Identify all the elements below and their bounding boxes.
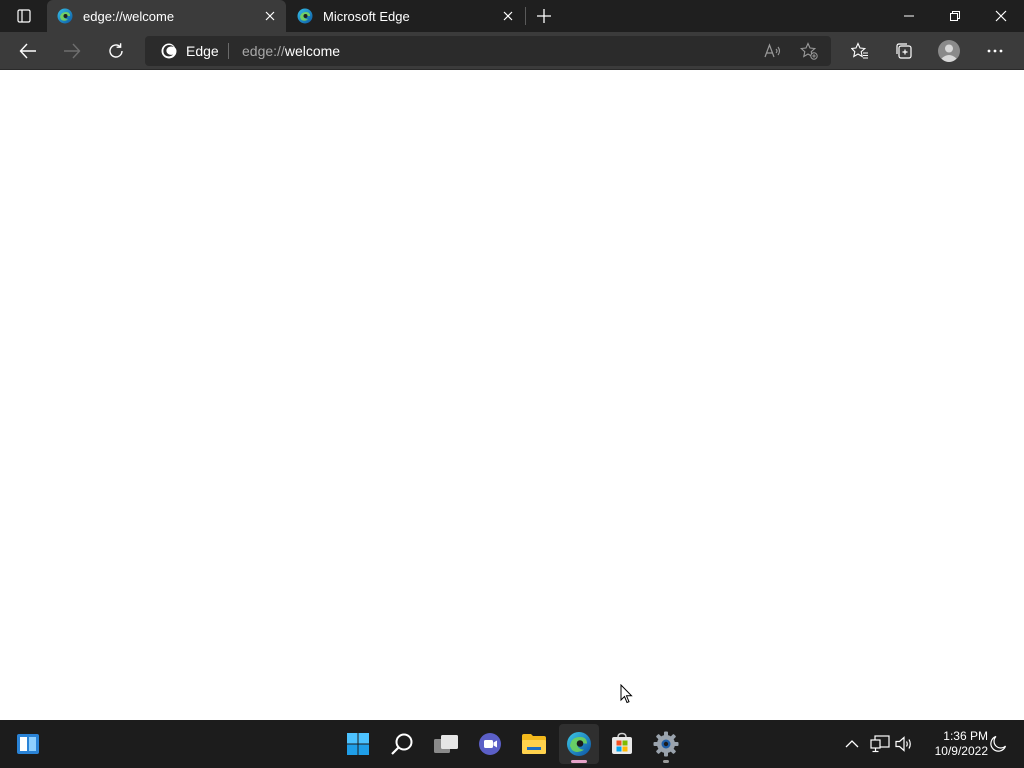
file-explorer-icon xyxy=(522,734,546,754)
store-button[interactable] xyxy=(602,724,642,764)
arrow-right-icon xyxy=(64,43,81,59)
profile-button[interactable] xyxy=(933,35,965,67)
focus-assist-button[interactable] xyxy=(986,732,1010,756)
widgets-button[interactable] xyxy=(8,724,48,764)
read-aloud-button[interactable] xyxy=(761,39,785,63)
file-explorer-button[interactable] xyxy=(514,724,554,764)
url-scheme: edge:// xyxy=(242,43,285,59)
settings-more-button[interactable] xyxy=(979,35,1011,67)
running-indicator xyxy=(663,760,669,763)
network-icon xyxy=(870,735,890,753)
search-button[interactable] xyxy=(382,724,422,764)
address-divider xyxy=(228,43,229,59)
start-button[interactable] xyxy=(338,724,378,764)
volume-icon xyxy=(895,736,911,752)
browser-toolbar: Edge edge://welcome xyxy=(0,32,1024,70)
system-clock[interactable]: 1:36 PM 10/9/2022 xyxy=(920,729,988,759)
chat-icon xyxy=(479,733,501,755)
settings-icon xyxy=(653,731,679,757)
task-view-icon xyxy=(434,735,458,753)
title-bar: edge://welcome Microsoft Edge xyxy=(0,0,1024,32)
refresh-icon xyxy=(109,43,123,58)
tab-title: Microsoft Edge xyxy=(323,8,410,24)
edge-logo-icon xyxy=(161,43,177,59)
favorites-button[interactable] xyxy=(844,35,876,67)
settings-taskbar-button[interactable] xyxy=(646,724,686,764)
network-button[interactable] xyxy=(868,732,892,756)
forward-button[interactable] xyxy=(56,35,88,67)
add-favorite-button[interactable] xyxy=(797,39,821,63)
read-aloud-icon xyxy=(764,43,781,58)
clock-date: 10/9/2022 xyxy=(934,744,988,758)
running-indicator xyxy=(571,760,587,763)
address-url[interactable]: edge://welcome xyxy=(242,43,340,59)
refresh-button[interactable] xyxy=(100,35,132,67)
tab-actions-icon[interactable] xyxy=(8,6,40,26)
show-hidden-icons-button[interactable] xyxy=(840,732,864,756)
mouse-cursor-icon xyxy=(620,684,634,704)
collections-icon xyxy=(896,43,912,59)
url-path: welcome xyxy=(284,43,341,59)
new-tab-button[interactable] xyxy=(532,4,556,28)
store-icon xyxy=(612,732,632,754)
close-icon xyxy=(995,10,1007,22)
more-dots-icon xyxy=(987,49,1003,53)
minimize-button[interactable] xyxy=(886,0,932,32)
edge-favicon-icon xyxy=(297,8,313,24)
collections-button[interactable] xyxy=(888,35,920,67)
minimize-icon xyxy=(904,15,914,17)
profile-avatar-icon xyxy=(938,40,960,62)
arrow-left-icon xyxy=(19,43,36,59)
tab-microsoft-edge[interactable]: Microsoft Edge xyxy=(287,0,524,32)
star-add-icon xyxy=(800,42,818,60)
restore-button[interactable] xyxy=(932,0,978,32)
search-icon xyxy=(391,733,413,755)
close-window-button[interactable] xyxy=(978,0,1024,32)
close-tab-icon[interactable] xyxy=(496,4,520,28)
favorites-icon xyxy=(851,42,868,59)
tab-edge-welcome[interactable]: edge://welcome xyxy=(47,0,286,32)
edge-icon xyxy=(567,732,591,756)
page-content xyxy=(0,71,1024,720)
address-brand-label: Edge xyxy=(186,43,219,59)
task-view-button[interactable] xyxy=(426,724,466,764)
restore-icon xyxy=(950,11,960,21)
tab-divider xyxy=(525,7,526,25)
address-bar[interactable]: Edge edge://welcome xyxy=(145,36,831,66)
close-tab-icon[interactable] xyxy=(258,4,282,28)
plus-icon xyxy=(537,9,551,23)
moon-icon xyxy=(990,735,1007,752)
edge-taskbar-button[interactable] xyxy=(559,724,599,764)
widgets-icon xyxy=(17,734,39,754)
taskbar: 1:36 PM 10/9/2022 xyxy=(0,720,1024,768)
chevron-up-icon xyxy=(845,740,859,748)
clock-time: 1:36 PM xyxy=(943,729,988,743)
volume-button[interactable] xyxy=(892,732,916,756)
back-button[interactable] xyxy=(12,35,44,67)
chat-button[interactable] xyxy=(470,724,510,764)
edge-favicon-icon xyxy=(57,8,73,24)
tab-title: edge://welcome xyxy=(83,8,175,24)
start-icon xyxy=(347,733,369,755)
